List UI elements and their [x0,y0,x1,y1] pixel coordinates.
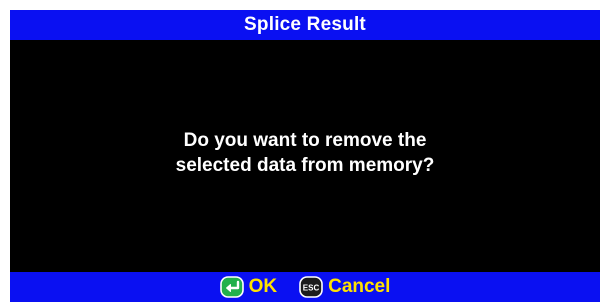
esc-key-text: ESC [303,284,320,293]
cancel-label: Cancel [328,276,391,297]
enter-key-icon [219,276,244,298]
esc-key-icon: ESC [299,276,323,298]
dialog-screen: Splice Result Do you want to remove the … [10,10,600,302]
dialog-title: Splice Result [244,14,366,35]
message-line-1: Do you want to remove the [183,130,427,151]
title-bar: Splice Result [10,10,600,40]
ok-button[interactable]: OK [219,276,278,298]
ok-label: OK [248,276,278,297]
cancel-button[interactable]: ESC Cancel [299,276,390,298]
soft-key-bar: OK ESC Cancel [10,272,600,302]
message-line-2: selected data from memory? [175,155,435,176]
dialog-message: Do you want to remove the selected data … [10,128,600,178]
